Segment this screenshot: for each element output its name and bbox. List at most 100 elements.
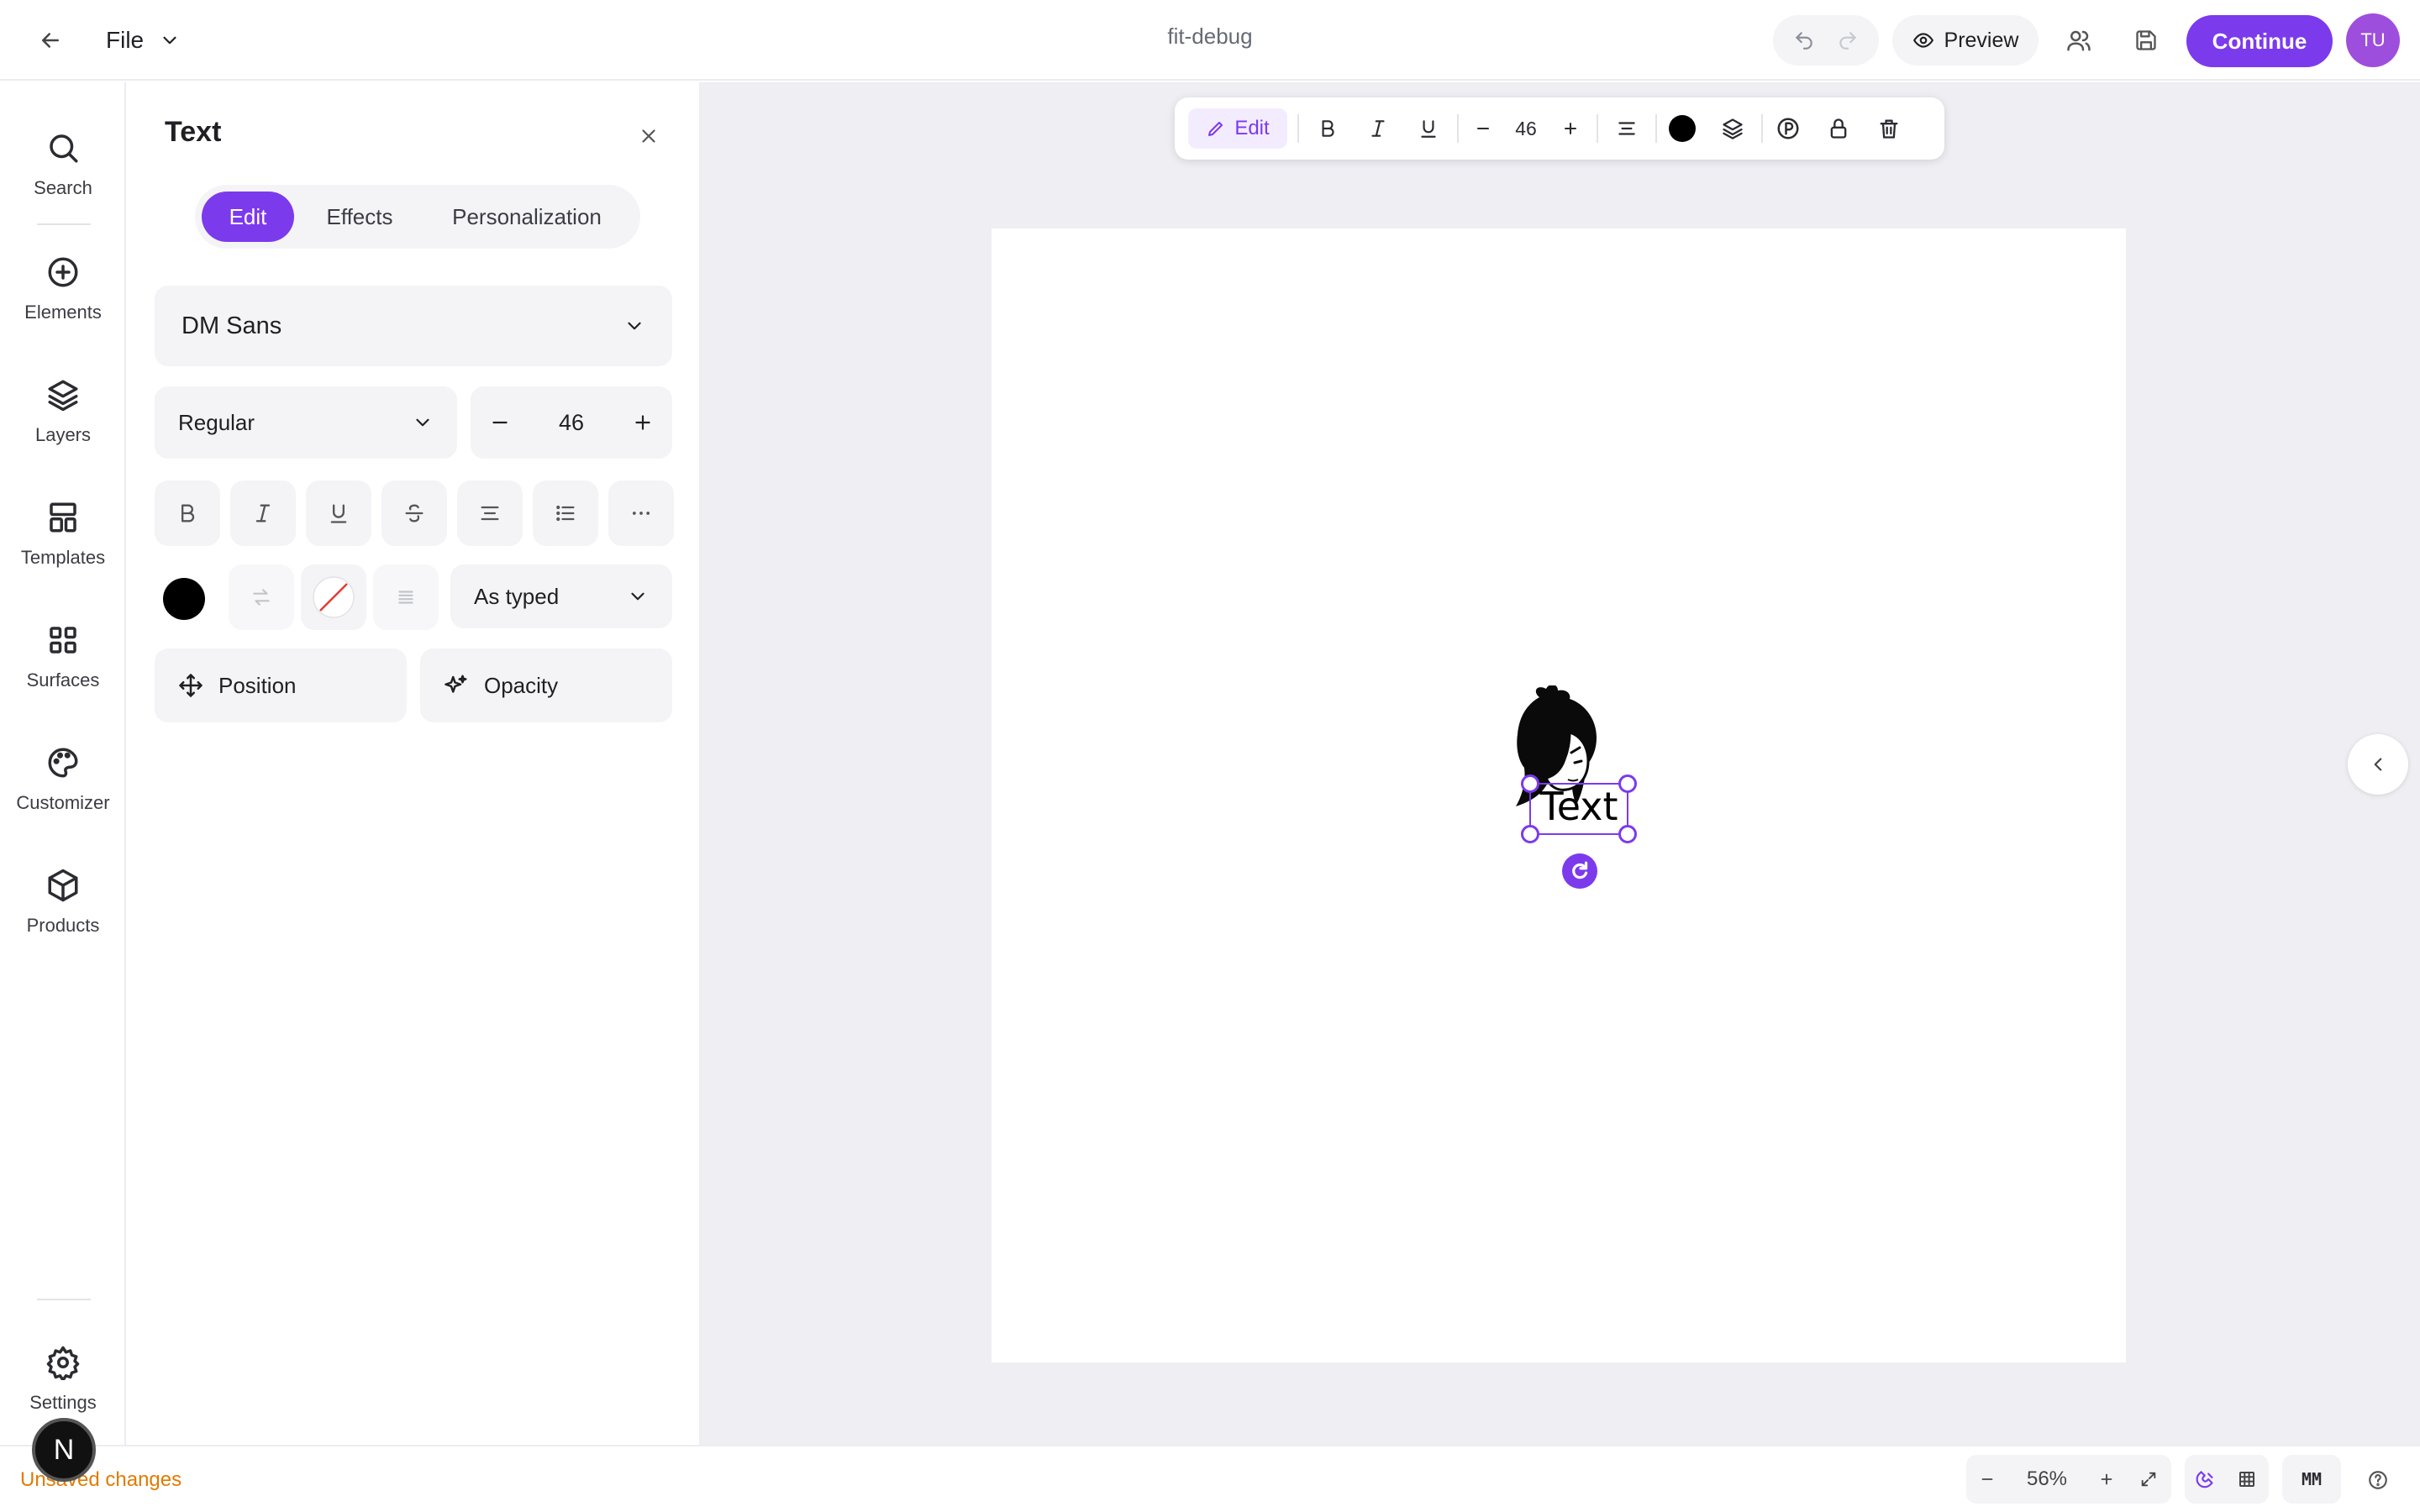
font-size-value[interactable]: 46: [559, 410, 584, 436]
rail-item-settings[interactable]: Settings: [0, 1329, 126, 1430]
artboard[interactable]: Text: [992, 228, 2126, 1362]
italic-button[interactable]: [230, 480, 296, 546]
resize-handle-bottom-right[interactable]: [1618, 825, 1637, 843]
expand-right-panel-button[interactable]: [2348, 734, 2408, 795]
close-panel-button[interactable]: [632, 119, 666, 153]
toolbar-italic-button[interactable]: [1358, 108, 1398, 149]
opacity-button[interactable]: Opacity: [420, 648, 672, 722]
font-size-stepper: 46: [471, 386, 672, 459]
rail-item-products[interactable]: Products: [0, 852, 126, 953]
preview-button[interactable]: Preview: [1892, 15, 2039, 66]
align-center-icon: [1618, 122, 1635, 135]
font-weight-select[interactable]: Regular: [155, 386, 457, 459]
toolbar-delete-button[interactable]: [1869, 108, 1909, 149]
bold-button[interactable]: [155, 480, 220, 546]
move-icon: [179, 674, 203, 697]
rail-item-search[interactable]: Search: [0, 114, 126, 215]
zoom-in-button[interactable]: [2086, 1455, 2128, 1504]
grid-toggle[interactable]: [2227, 1455, 2267, 1504]
toolbar-layers-button[interactable]: [1712, 108, 1753, 149]
users-icon: [2067, 30, 2091, 51]
more-horizontal-icon: [632, 512, 650, 515]
toolbar-divider: [1597, 114, 1598, 143]
strikethrough-button[interactable]: [381, 480, 447, 546]
font-family-select[interactable]: DM Sans: [155, 286, 672, 366]
bold-icon: [182, 504, 195, 522]
fit-to-screen-button[interactable]: [2128, 1455, 2170, 1504]
left-rail: Search Elements Layers Templates Surface…: [0, 82, 126, 1445]
line-spacing-button[interactable]: [373, 564, 439, 630]
resize-handle-top-right[interactable]: [1618, 774, 1637, 793]
tab-personalization[interactable]: Personalization: [422, 192, 632, 242]
document-title: fit-debug: [1167, 24, 1253, 49]
unit-toggle[interactable]: MM: [2282, 1455, 2341, 1504]
rail-item-templates[interactable]: Templates: [0, 484, 126, 585]
toolbar-divider: [1297, 114, 1299, 143]
grid-icon: [50, 627, 76, 654]
rail-item-layers[interactable]: Layers: [0, 361, 126, 462]
preview-label: Preview: [1944, 28, 2019, 52]
save-button[interactable]: [2126, 20, 2166, 60]
chevron-left-icon: [2374, 758, 2382, 771]
rail-label: Surfaces: [26, 669, 100, 690]
opacity-label: Opacity: [484, 672, 559, 698]
toolbar-underline-button[interactable]: [1408, 108, 1449, 149]
toolbar-bold-button[interactable]: [1307, 108, 1348, 149]
more-options-button[interactable]: [608, 480, 674, 546]
toolbar-size-increase[interactable]: [1553, 108, 1588, 149]
toolbar-edit-button[interactable]: Edit: [1188, 108, 1287, 149]
underline-button[interactable]: [306, 480, 371, 546]
toolbar-divider: [1457, 114, 1459, 143]
list-button[interactable]: [533, 480, 598, 546]
toolbar-color-button[interactable]: [1662, 108, 1702, 149]
selected-text-element[interactable]: Text: [1521, 774, 1637, 843]
tab-edit[interactable]: Edit: [202, 192, 294, 242]
layers-icon: [48, 380, 78, 412]
view-tools: [2185, 1455, 2269, 1504]
rail-item-customizer[interactable]: Customizer: [0, 729, 126, 830]
line-spacing-icon: [398, 591, 413, 604]
redo-icon[interactable]: [1837, 29, 1859, 51]
resize-handle-top-left[interactable]: [1521, 774, 1539, 793]
collaborators-button[interactable]: [2059, 20, 2099, 60]
rail-label: Customizer: [16, 792, 110, 813]
resize-handle-bottom-left[interactable]: [1521, 825, 1539, 843]
rail-label: Elements: [24, 302, 102, 323]
canvas-area[interactable]: Edit 46 Text: [699, 82, 2420, 1445]
plus-icon: [2101, 1473, 2112, 1485]
toolbar-lock-button[interactable]: [1818, 108, 1859, 149]
toolbar-personalize-button[interactable]: [1768, 108, 1808, 149]
toolbar-size-decrease[interactable]: [1465, 108, 1501, 149]
grid-icon: [2239, 1472, 2254, 1487]
position-button[interactable]: Position: [155, 648, 407, 722]
zoom-level[interactable]: 56%: [2008, 1455, 2086, 1504]
rail-item-surfaces[interactable]: Surfaces: [0, 606, 126, 707]
snap-toggle[interactable]: [2186, 1455, 2227, 1504]
text-color-swatch[interactable]: [163, 578, 205, 620]
undo-icon[interactable]: [1793, 29, 1815, 51]
box-icon: [48, 869, 78, 902]
plus-icon[interactable]: [632, 412, 654, 433]
minus-icon[interactable]: [489, 412, 511, 433]
font-weight-value: Regular: [178, 409, 255, 435]
zoom-out-button[interactable]: [1966, 1455, 2008, 1504]
save-icon: [2136, 30, 2156, 50]
avatar[interactable]: TU: [2346, 13, 2400, 67]
stroke-color-button[interactable]: [301, 564, 366, 630]
tab-effects[interactable]: Effects: [299, 192, 420, 242]
toolbar-align-button[interactable]: [1607, 108, 1647, 149]
continue-button[interactable]: Continue: [2186, 15, 2333, 67]
rail-label: Search: [34, 177, 92, 198]
framework-badge[interactable]: N: [32, 1418, 96, 1482]
text-case-select[interactable]: As typed: [450, 564, 672, 628]
help-button[interactable]: [2361, 1463, 2395, 1497]
toolbar-font-size[interactable]: 46: [1501, 108, 1551, 149]
magnet-icon: [2196, 1471, 2213, 1488]
position-label: Position: [218, 672, 297, 698]
italic-icon: [255, 504, 271, 522]
align-center-button[interactable]: [457, 480, 523, 546]
no-color-icon: [313, 576, 355, 618]
swap-colors-button[interactable]: [229, 564, 294, 630]
rail-item-elements[interactable]: Elements: [0, 239, 126, 339]
rotate-handle[interactable]: [1562, 853, 1597, 889]
